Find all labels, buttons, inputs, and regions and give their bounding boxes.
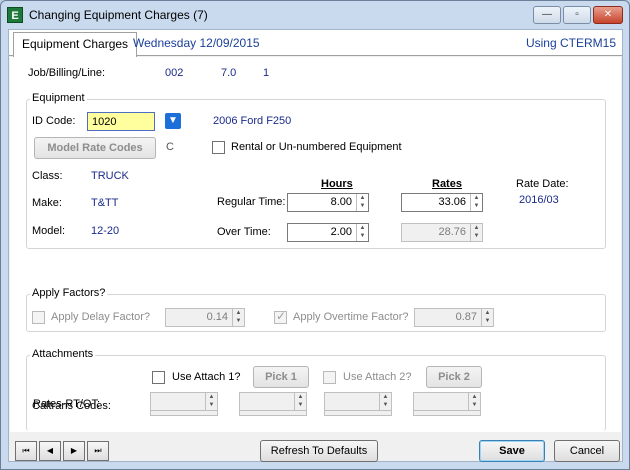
title-bar: E Changing Equipment Charges (7) — ▫ ✕ — [1, 1, 629, 29]
make-label: Make: — [32, 197, 62, 209]
over-hours-input[interactable]: 2.00 ▲ ▼ — [287, 223, 369, 242]
delay-factor-input[interactable]: 0.14 ▲ ▼ — [165, 308, 245, 327]
equipment-description: 2006 Ford F250 — [213, 115, 292, 127]
maximize-icon: ▫ — [575, 9, 579, 20]
use-attach1-checkbox[interactable] — [152, 371, 165, 384]
delay-factor-spinner[interactable]: ▲ ▼ — [232, 309, 244, 326]
pick2-button[interactable]: Pick 2 — [426, 366, 482, 388]
billing-number: 7.0 — [221, 67, 237, 79]
delay-factor-label: Apply Delay Factor? — [51, 311, 151, 323]
refresh-defaults-button[interactable]: Refresh To Defaults — [260, 440, 378, 462]
minimize-icon: — — [542, 9, 552, 20]
tab-strip: Equipment Charges Wednesday 12/09/2015 U… — [9, 30, 622, 57]
attachments-title: Attachments — [30, 348, 96, 360]
regular-hours-spinner[interactable]: ▲ ▼ — [356, 194, 368, 211]
previous-icon: ◀ — [46, 446, 54, 455]
checkmark-icon: ✓ — [276, 309, 287, 323]
rate-code-letter: C — [166, 141, 174, 153]
record-navigation: ⏮ ◀ ▶ ⏭ — [15, 441, 115, 461]
rate-date-label: Rate Date: — [516, 178, 569, 190]
hours-header: Hours — [321, 178, 353, 190]
use-attach2-label: Use Attach 2? — [343, 371, 412, 383]
overtime-factor-input[interactable]: 0.87 ▲ ▼ — [414, 308, 494, 327]
attach-rate-4[interactable]: ▲ ▼ — [413, 392, 481, 411]
over-hours-spinner[interactable]: ▲ ▼ — [356, 224, 368, 241]
attach-rate-3-spinner[interactable]: ▲ ▼ — [379, 393, 391, 410]
overtime-factor-value: 0.87 — [455, 311, 477, 323]
equipment-charges-panel: Job/Billing/Line: 002 7.0 1 Equipment ID… — [10, 57, 621, 432]
using-term: Using CTERM15 — [525, 36, 616, 50]
pick1-button[interactable]: Pick 1 — [253, 366, 309, 388]
line-number: 1 — [263, 67, 270, 79]
first-icon: ⏮ — [22, 446, 30, 455]
current-date: Wednesday 12/09/2015 — [133, 36, 260, 50]
app-icon: E — [7, 7, 23, 23]
rates-header: Rates — [432, 178, 462, 190]
minimize-button[interactable]: — — [533, 6, 561, 24]
window-title: Changing Equipment Charges (7) — [29, 8, 208, 22]
model-rate-codes-button[interactable]: Model Rate Codes — [34, 137, 156, 159]
regular-rate-value: 33.06 — [438, 196, 466, 208]
over-hours-value: 2.00 — [330, 226, 352, 238]
lookup-button[interactable]: ▼ — [165, 113, 181, 129]
equipment-group-title: Equipment — [30, 92, 87, 104]
delay-factor-checkbox[interactable] — [32, 311, 45, 324]
apply-factors-title: Apply Factors? — [30, 287, 108, 299]
use-attach2-checkbox[interactable] — [323, 371, 336, 384]
tab-equipment-charges[interactable]: Equipment Charges — [13, 32, 138, 57]
attach-rate-2-spinner[interactable]: ▲ ▼ — [294, 393, 306, 410]
make-value: T&TT — [91, 197, 119, 209]
class-label: Class: — [32, 170, 63, 182]
rental-checkbox[interactable] — [212, 141, 225, 154]
model-label: Model: — [32, 225, 66, 237]
attach-rate-2[interactable]: ▲ ▼ — [239, 392, 307, 411]
use-attach1-label: Use Attach 1? — [172, 371, 241, 383]
regular-hours-input[interactable]: 8.00 ▲ ▼ — [287, 193, 369, 212]
attachments-group — [26, 355, 606, 431]
over-rate-value: 28.76 — [438, 226, 466, 238]
job-billing-line-label: Job/Billing/Line: — [28, 67, 106, 79]
regular-rate-spinner[interactable]: ▲ ▼ — [470, 194, 482, 211]
rates-rt-ot-label: Rates-RT/OT: — [33, 398, 101, 410]
arrow-down-icon: ▼ — [168, 115, 178, 126]
delay-factor-value: 0.14 — [206, 311, 228, 323]
attach-rate-1-spinner[interactable]: ▲ ▼ — [205, 393, 217, 410]
job-number: 002 — [165, 67, 184, 79]
overtime-factor-checkbox[interactable]: ✓ — [274, 309, 287, 324]
model-value: 12-20 — [91, 225, 120, 237]
id-code-input[interactable] — [87, 112, 155, 131]
overtime-factor-spinner[interactable]: ▲ ▼ — [481, 309, 493, 326]
over-rate-spinner[interactable]: ▲ ▼ — [470, 224, 482, 241]
next-icon: ▶ — [70, 446, 78, 455]
regular-rate-input[interactable]: 33.06 ▲ ▼ — [401, 193, 483, 212]
save-button[interactable]: Save — [479, 440, 545, 462]
close-button[interactable]: ✕ — [593, 6, 623, 24]
cancel-button[interactable]: Cancel — [554, 440, 620, 462]
over-rate-input[interactable]: 28.76 ▲ ▼ — [401, 223, 483, 242]
rate-date-value: 2016/03 — [519, 194, 559, 206]
attach-rate-4-spinner[interactable]: ▲ ▼ — [468, 393, 480, 410]
id-code-label: ID Code: — [32, 115, 76, 127]
attach-rate-1[interactable]: ▲ ▼ — [150, 392, 218, 411]
regular-time-label: Regular Time: — [217, 196, 286, 208]
class-value: TRUCK — [91, 170, 129, 182]
attach-rate-3[interactable]: ▲ ▼ — [324, 392, 392, 411]
app-window: E Changing Equipment Charges (7) — ▫ ✕ E… — [0, 0, 630, 470]
previous-record-button[interactable]: ◀ — [39, 441, 61, 461]
overtime-factor-label: Apply Overtime Factor? — [293, 311, 409, 323]
last-icon: ⏭ — [94, 446, 102, 455]
close-icon: ✕ — [603, 9, 613, 20]
over-time-label: Over Time: — [217, 226, 271, 238]
next-record-button[interactable]: ▶ — [63, 441, 85, 461]
maximize-button[interactable]: ▫ — [563, 6, 591, 24]
last-record-button[interactable]: ⏭ — [87, 441, 109, 461]
first-record-button[interactable]: ⏮ — [15, 441, 37, 461]
regular-hours-value: 8.00 — [330, 196, 352, 208]
rental-label: Rental or Un-numbered Equipment — [231, 141, 402, 153]
client-area: Equipment Charges Wednesday 12/09/2015 U… — [8, 29, 623, 462]
